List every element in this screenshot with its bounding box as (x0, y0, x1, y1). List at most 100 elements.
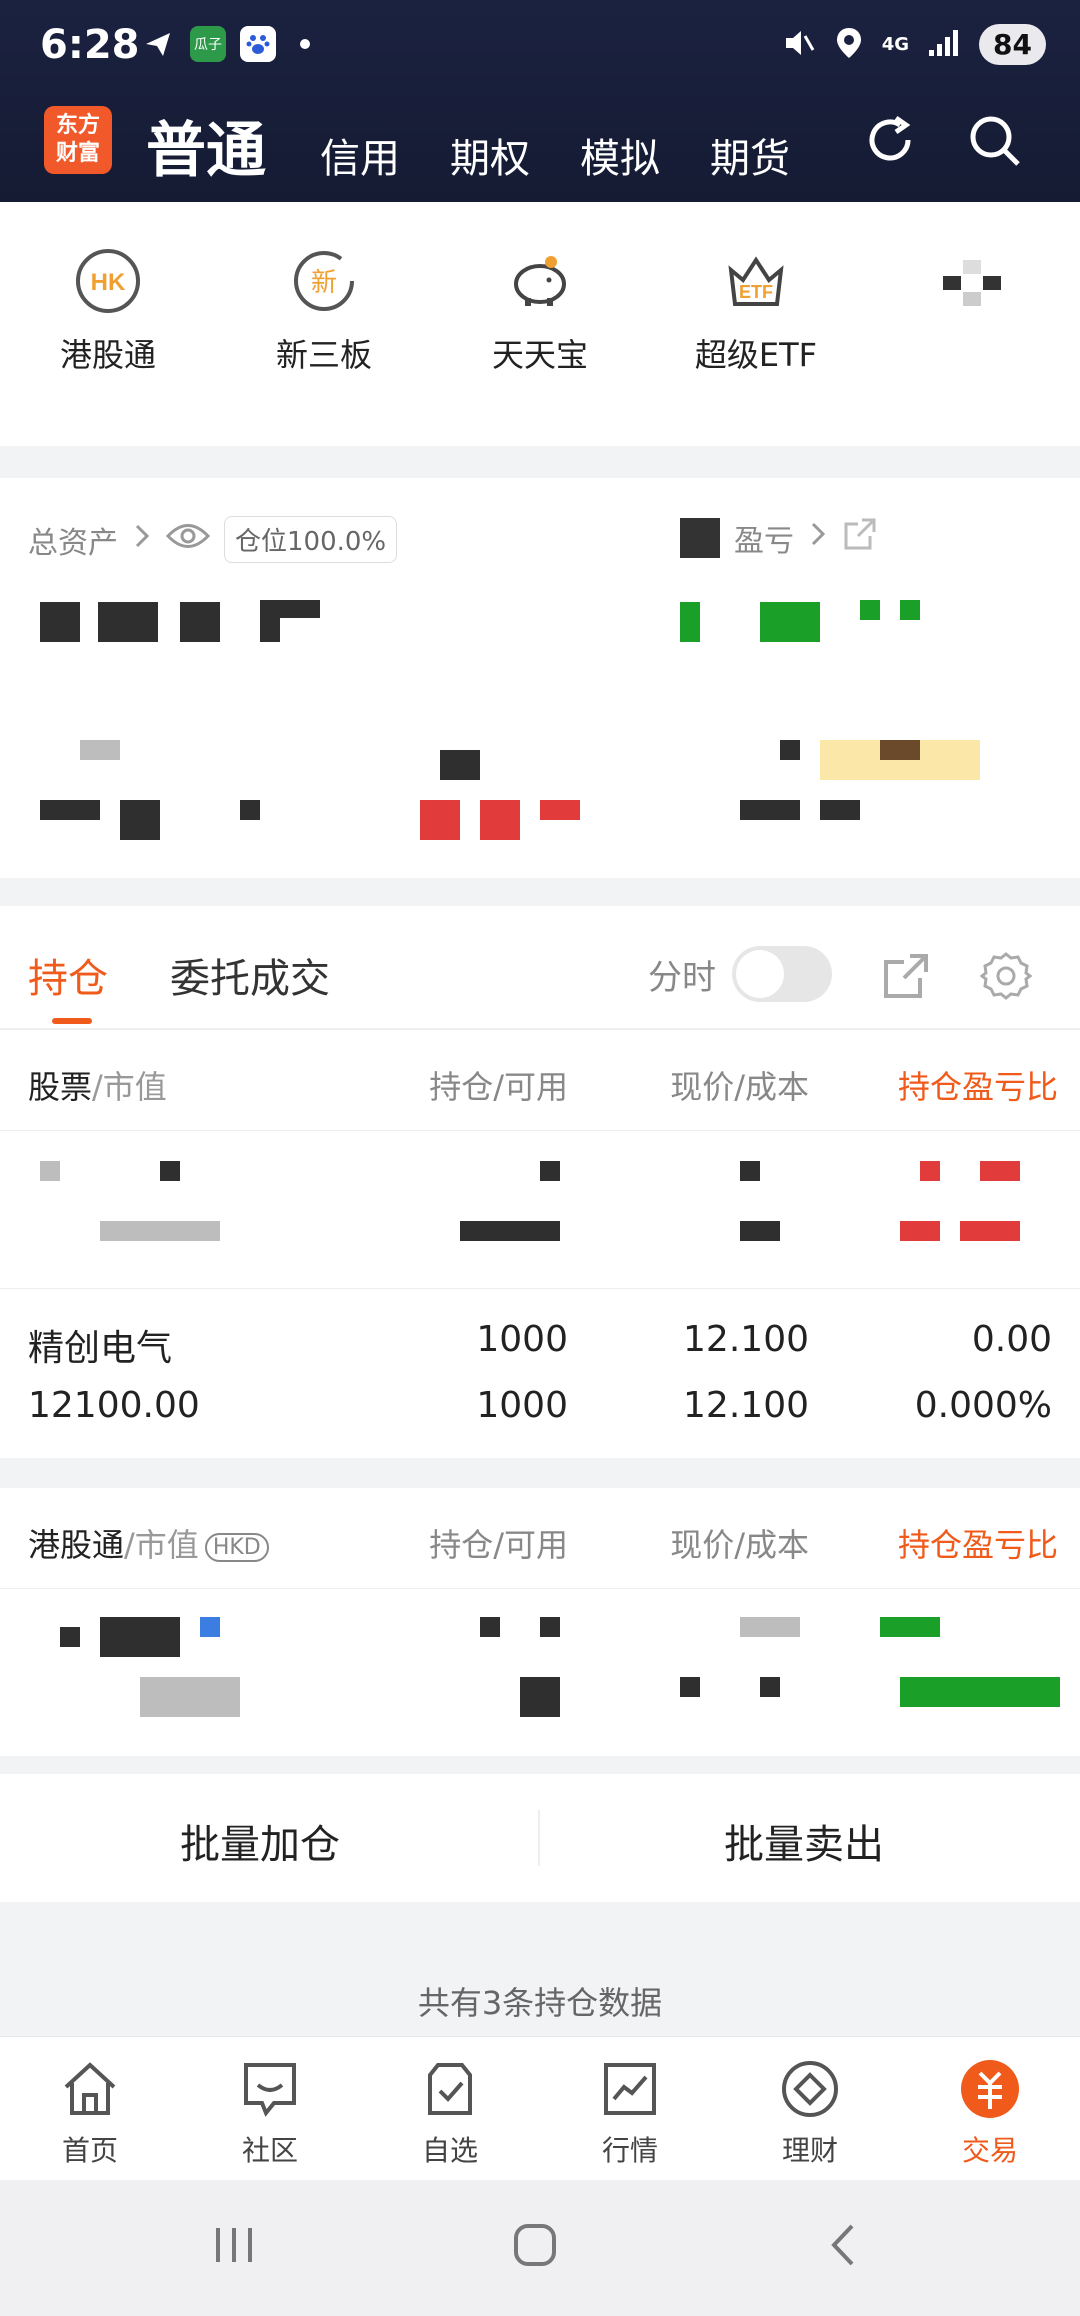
nav-watchlist[interactable]: 自选 (360, 2037, 540, 2180)
masked-value (760, 602, 820, 642)
hold-quantity: 1000 (476, 1319, 568, 1360)
more-icon (937, 246, 1007, 316)
status-left-icons: 瓜子 (140, 26, 310, 62)
asset-summary-card: 总资产 仓位100.0% 盈亏 (0, 478, 1080, 878)
masked-value (40, 602, 80, 642)
masked-value (980, 1161, 1020, 1181)
a-share-holdings-table: 股票/市值 持仓/可用 现价/成本 持仓盈亏比 精创电气 12100.00 10… (0, 1030, 1080, 1458)
col-stock: 股票/市值 (28, 1068, 167, 1106)
eye-icon[interactable] (165, 521, 211, 559)
recent-apps-icon[interactable] (210, 2220, 260, 2274)
masked-value (98, 602, 158, 642)
location-icon (834, 26, 864, 64)
table-row[interactable]: 精创电气 12100.00 1000 1000 12.100 12.100 0.… (0, 1288, 1080, 1458)
quick-services: HK 港股通 新 新三板 天天宝 ETF 超级ETF (0, 202, 1080, 446)
active-tab-indicator (52, 1018, 92, 1024)
masked-value (740, 1161, 760, 1181)
service-label: 港股通 (59, 336, 156, 374)
pnl-header[interactable]: 盈亏 (680, 516, 878, 560)
divider (538, 1810, 540, 1866)
masked-value (260, 600, 320, 618)
status-time: 6:28 (40, 22, 140, 68)
home-button-icon[interactable] (510, 2220, 560, 2274)
tab-credit[interactable]: 信用 (320, 126, 400, 184)
batch-sell-button[interactable]: 批量卖出 (724, 1812, 884, 1870)
send-icon (140, 26, 176, 62)
svg-text:ETF: ETF (739, 282, 773, 302)
col-price-cost: 现价/成本 (670, 1068, 809, 1106)
masked-value (680, 602, 700, 642)
table-row-masked[interactable] (0, 1588, 1080, 1756)
network-label: 4G (881, 34, 910, 55)
export-icon[interactable] (880, 950, 932, 1002)
masked-value (40, 1161, 60, 1181)
nav-community[interactable]: 社区 (180, 2037, 360, 2180)
nav-trade[interactable]: 交易 (900, 2037, 1080, 2180)
service-hk-connect[interactable]: HK 港股通 (18, 202, 198, 446)
tab-futures[interactable]: 期货 (710, 126, 790, 184)
available-quantity: 1000 (476, 1385, 568, 1426)
table-header: 股票/市值 持仓/可用 现价/成本 持仓盈亏比 (0, 1030, 1080, 1130)
masked-value (480, 800, 520, 840)
total-assets-header[interactable]: 总资产 仓位100.0% (28, 516, 398, 563)
piggy-bank-icon (505, 246, 575, 316)
masked-value (820, 800, 860, 820)
total-assets-label: 总资产 (28, 525, 118, 561)
masked-value (60, 1627, 80, 1647)
nav-label: 行情 (601, 2134, 658, 2167)
masked-value (120, 800, 160, 840)
nav-wealth[interactable]: 理财 (720, 2037, 900, 2180)
chevron-right-icon (132, 522, 152, 558)
settings-gear-icon[interactable] (979, 950, 1033, 1002)
search-icon[interactable] (962, 108, 1026, 172)
tab-holdings[interactable]: 持仓 (28, 946, 108, 1004)
service-new-third-board[interactable]: 新 新三板 (234, 202, 414, 446)
refresh-icon[interactable] (858, 108, 922, 172)
tab-normal[interactable]: 普通 (146, 102, 266, 189)
status-right-icons: 4G 84 (782, 24, 1046, 65)
position-ratio-badge: 仓位100.0% (224, 516, 398, 563)
service-label: 超级ETF (694, 336, 818, 374)
col-pnl-ratio[interactable]: 持仓盈亏比 (898, 1062, 1058, 1108)
watchlist-icon (418, 2057, 482, 2121)
masked-value (200, 1617, 220, 1637)
tab-orders[interactable]: 委托成交 (170, 946, 330, 1004)
masked-value (260, 618, 280, 642)
col-hold-available: 持仓/可用 (429, 1068, 568, 1106)
nav-market[interactable]: 行情 (540, 2037, 720, 2180)
table-row-masked[interactable] (0, 1130, 1080, 1300)
masked-value (900, 600, 920, 620)
service-super-etf[interactable]: ETF 超级ETF (666, 202, 846, 446)
service-more[interactable] (882, 202, 1062, 446)
masked-value (420, 800, 460, 840)
batch-add-button[interactable]: 批量加仓 (180, 1812, 340, 1870)
currency-badge: HKD (204, 1532, 269, 1562)
tab-options[interactable]: 期权 (450, 126, 530, 184)
bottom-nav: 首页 社区 自选 行情 理财 交易 (0, 2036, 1080, 2180)
masked-value (740, 800, 800, 820)
col-hk-stock: 港股通/市值 HKD (28, 1520, 269, 1566)
nav-home[interactable]: 首页 (0, 2037, 180, 2180)
masked-value (900, 1221, 940, 1241)
masked-value (960, 1221, 1020, 1241)
chart-icon (598, 2057, 662, 2121)
home-icon (58, 2057, 122, 2121)
nav-label: 社区 (241, 2134, 298, 2167)
masked-value (860, 600, 880, 620)
share-icon[interactable] (842, 516, 878, 560)
tab-simulation[interactable]: 模拟 (580, 126, 660, 184)
service-tiantianbao[interactable]: 天天宝 (450, 202, 630, 446)
current-price: 12.100 (683, 1319, 809, 1360)
masked-value (460, 1221, 560, 1241)
diamond-icon (778, 2057, 842, 2121)
notification-dot-icon (300, 39, 310, 49)
hk-icon: HK (73, 246, 143, 316)
back-icon[interactable] (820, 2220, 870, 2274)
time-share-toggle[interactable] (732, 946, 832, 1002)
masked-value (160, 1161, 180, 1181)
masked-value (900, 1677, 1060, 1707)
col-pnl-ratio[interactable]: 持仓盈亏比 (898, 1520, 1058, 1566)
holdings-tab-bar: 持仓 委托成交 分时 (0, 906, 1080, 1030)
trade-icon (958, 2057, 1022, 2121)
new-board-icon: 新 (289, 246, 359, 316)
